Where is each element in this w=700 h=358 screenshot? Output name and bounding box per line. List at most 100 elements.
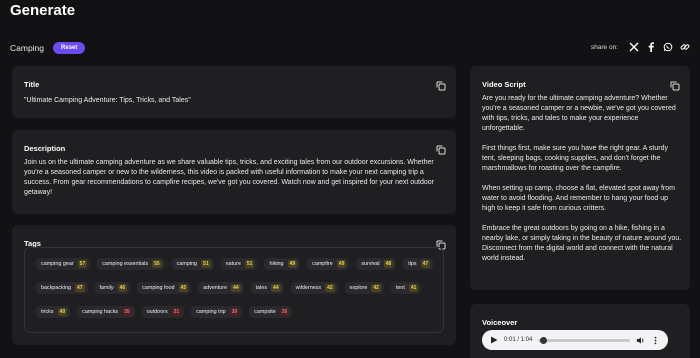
tag-row: camping gear 57 camping essentials 55 campin… <box>36 258 434 270</box>
tag-name: camping essentials <box>102 261 149 267</box>
tag-name: explore <box>349 285 368 291</box>
audio-progress-bar[interactable] <box>538 336 630 344</box>
tag-name: tricks <box>41 309 54 315</box>
tag-count-badge: 42 <box>325 284 335 292</box>
copy-script-icon[interactable] <box>670 78 680 91</box>
tag-chip[interactable]: adventure 44 <box>198 282 244 294</box>
tag-name: nature <box>225 261 241 267</box>
share-label: share on: <box>590 43 618 51</box>
tag-count-badge: 44 <box>231 284 241 292</box>
tag-name: campsite <box>254 309 276 315</box>
volume-icon[interactable] <box>636 336 645 345</box>
tag-count-badge: 47 <box>74 284 85 292</box>
tag-name: adventure <box>203 285 228 291</box>
tag-chip[interactable]: wilderness 42 <box>290 282 338 294</box>
tag-count-badge: 30 <box>229 308 240 316</box>
description-card-heading: Description <box>24 144 66 153</box>
tag-count-badge: 40 <box>57 308 68 316</box>
title-text: "Ultimate Camping Adventure: Tips, Trick… <box>24 97 191 104</box>
script-paragraph: Embrace the great outdoors by going on a… <box>482 225 682 262</box>
tags-box: camping gear 57 camping essentials 55 campin… <box>24 247 444 333</box>
copy-title-icon[interactable] <box>436 78 446 91</box>
tag-count-badge: 45 <box>178 284 189 292</box>
tag-chip[interactable]: campsite 30 <box>249 306 293 318</box>
video-script-card: Video Script Are you ready for the ultim… <box>470 66 690 290</box>
tag-count-badge: 46 <box>117 284 128 292</box>
tag-chip[interactable]: camping hacks 35 <box>77 306 135 318</box>
tag-name: family <box>99 285 114 291</box>
audio-time: 0:01 / 1:04 <box>504 337 533 343</box>
tag-chip[interactable]: tales 44 <box>250 282 284 294</box>
tag-name: tent <box>395 285 405 291</box>
audio-progress-knob[interactable] <box>540 336 548 344</box>
tag-chip[interactable]: tent 41 <box>390 282 422 294</box>
tag-chip[interactable]: campfire 49 <box>307 258 350 270</box>
title-card-heading: Title <box>24 80 40 89</box>
whatsapp-icon[interactable] <box>663 42 673 52</box>
tag-chip[interactable]: camping gear 57 <box>36 258 91 270</box>
copy-tags-icon[interactable] <box>436 237 446 250</box>
tag-chip[interactable]: camping essentials 55 <box>97 258 165 270</box>
tag-chip[interactable]: family 46 <box>94 282 131 294</box>
tag-count-badge: 51 <box>244 260 255 268</box>
tag-count-badge: 44 <box>271 284 281 292</box>
tag-count-badge: 55 <box>152 260 162 268</box>
tag-name: camping <box>176 261 198 267</box>
tag-count-badge: 30 <box>279 308 290 316</box>
tag-chip[interactable]: camping food 45 <box>137 282 192 294</box>
tag-name: hiking <box>269 261 284 267</box>
script-paragraphs: Are you ready for the ultimate camping a… <box>482 94 682 274</box>
tag-count-badge: 42 <box>371 284 381 292</box>
script-paragraph: When setting up camp, choose a flat, ele… <box>482 185 675 212</box>
tag-chip[interactable]: hiking 49 <box>264 258 301 270</box>
topic-label: Camping <box>10 43 45 53</box>
tag-name: wilderness <box>295 285 322 291</box>
tag-count-badge: 31 <box>171 308 182 316</box>
tag-name: tales <box>255 285 268 291</box>
description-text: Join us on the ultimate camping adventur… <box>24 159 434 196</box>
tag-chip[interactable]: tricks 40 <box>36 306 71 318</box>
tag-count-badge: 35 <box>122 308 132 316</box>
tag-count-badge: 51 <box>201 260 211 268</box>
tag-name: camping gear <box>41 261 74 267</box>
tag-name: outdoors <box>146 309 168 315</box>
title-card: Title "Ultimate Camping Adventure: Tips,… <box>12 66 456 118</box>
tag-chip[interactable]: nature 51 <box>220 258 258 270</box>
tag-count-badge: 49 <box>287 260 298 268</box>
description-card: Description Join us on the ultimate camp… <box>12 130 456 214</box>
audio-player: 0:01 / 1:04 <box>482 330 668 350</box>
more-options-icon[interactable] <box>651 336 660 345</box>
tag-count-badge: 48 <box>383 260 394 268</box>
tag-name: backpacking <box>41 285 71 291</box>
tag-chip[interactable]: tips 47 <box>403 258 434 270</box>
tag-chip[interactable]: camping 51 <box>171 258 214 270</box>
tags-card: Tags camping gear 57 camping essentials 55 c… <box>12 225 456 345</box>
facebook-icon[interactable] <box>646 42 656 52</box>
tag-name: survival <box>361 261 380 267</box>
tag-name: camping food <box>142 285 175 291</box>
play-icon[interactable] <box>490 336 498 344</box>
voiceover-heading: Voiceover <box>482 318 518 327</box>
x-icon[interactable] <box>629 42 639 52</box>
tag-row: backpacking 47 family 46 camping food 45 adven… <box>36 282 422 294</box>
voiceover-card: Voiceover 0:01 / 1:04 <box>470 304 690 358</box>
video-script-heading: Video Script <box>482 80 526 89</box>
tag-name: campfire <box>312 261 333 267</box>
tag-name: camping trip <box>196 309 226 315</box>
tag-chip[interactable]: explore 42 <box>344 282 384 294</box>
tag-chip[interactable]: outdoors 31 <box>141 306 185 318</box>
tag-count-badge: 47 <box>420 260 431 268</box>
tag-chip[interactable]: survival 48 <box>356 258 397 270</box>
tag-chip[interactable]: backpacking 47 <box>36 282 88 294</box>
tag-count-badge: 41 <box>408 284 419 292</box>
tag-chip[interactable]: camping trip 30 <box>191 306 243 318</box>
share-bar: share on: <box>591 42 690 52</box>
page-title: Generate <box>10 2 76 19</box>
link-icon[interactable] <box>680 42 690 52</box>
tag-count-badge: 49 <box>336 260 347 268</box>
tag-name: tips <box>408 261 417 267</box>
tag-name: camping hacks <box>82 309 119 315</box>
reset-button[interactable]: Reset <box>53 42 86 54</box>
script-paragraph: First things first, make sure you have t… <box>482 145 668 172</box>
copy-description-icon[interactable] <box>436 142 446 155</box>
